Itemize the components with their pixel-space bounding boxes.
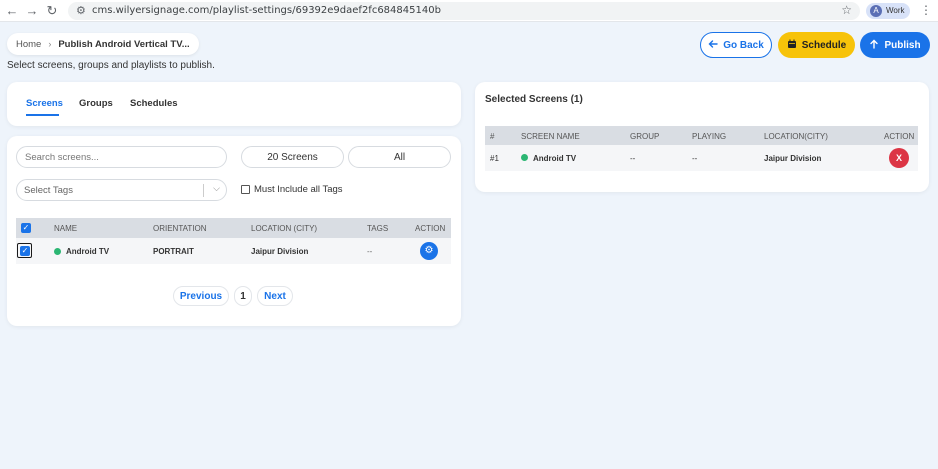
forward-arrow-icon[interactable]: → (24, 3, 40, 19)
select-all-checkbox[interactable]: ✓ (21, 223, 31, 233)
col-playing: PLAYING (692, 132, 727, 141)
back-arrow-icon[interactable]: ← (4, 3, 20, 19)
breadcrumb-home[interactable]: Home (16, 39, 41, 50)
selected-screens-card: Selected Screens (1) # SCREEN NAME GROUP… (475, 82, 929, 192)
row-checkbox[interactable]: ✓ (20, 246, 30, 256)
col-index: # (490, 132, 495, 141)
tab-groups[interactable]: Groups (79, 98, 113, 109)
browser-toolbar: ← → ↻ ⚙ cms.wilyersignage.com/playlist-s… (0, 0, 938, 22)
next-page-button[interactable]: Next (257, 286, 293, 306)
screen-count-pill: 20 Screens (241, 146, 344, 168)
must-include-checkbox[interactable] (241, 185, 250, 194)
screen-tags: -- (367, 247, 373, 256)
selected-location: Jaipur Division (764, 154, 822, 163)
screens-table-header: ✓ NAME ORIENTATION LOCATION (CITY) TAGS … (16, 218, 451, 238)
page-number-button[interactable]: 1 (234, 286, 252, 306)
selected-table-header: # SCREEN NAME GROUP PLAYING LOCATION(CIT… (485, 126, 918, 145)
search-input[interactable] (16, 146, 227, 168)
site-info-icon[interactable]: ⚙ (76, 4, 86, 17)
row-index: #1 (490, 154, 499, 163)
col-tags: TAGS (367, 224, 389, 233)
reload-icon[interactable]: ↻ (44, 3, 60, 19)
online-status-dot (521, 154, 528, 161)
arrow-left-icon (708, 39, 718, 52)
go-back-button[interactable]: Go Back (700, 32, 772, 58)
tags-select[interactable]: Select Tags ⌵ (16, 179, 227, 201)
chevron-down-icon[interactable]: ⌵ (213, 183, 220, 194)
col-action: ACTION (415, 224, 446, 233)
filter-all-dropdown[interactable]: All (348, 146, 451, 168)
kebab-menu-icon[interactable]: ⋮ (920, 3, 932, 17)
must-include-label: Must Include all Tags (254, 184, 343, 195)
table-row[interactable]: ✓ Android TV PORTRAIT Jaipur Division --… (16, 238, 451, 264)
publish-button[interactable]: Publish (860, 32, 930, 58)
breadcrumb: Home › Publish Android Vertical TV... (7, 33, 199, 55)
selected-playing: -- (692, 154, 698, 163)
publish-label: Publish (884, 39, 921, 51)
schedule-label: Schedule (801, 39, 847, 51)
screen-location: Jaipur Division (251, 247, 309, 256)
tab-screens[interactable]: Screens (26, 98, 63, 109)
col-location: LOCATION (CITY) (251, 224, 318, 233)
breadcrumb-current: Publish Android Vertical TV... (58, 38, 190, 50)
screen-name: Android TV (66, 247, 110, 256)
selected-screen-name: Android TV (533, 154, 577, 163)
selected-group: -- (630, 154, 636, 163)
profile-label: Work (886, 6, 905, 15)
go-back-label: Go Back (723, 39, 764, 51)
col-screen-name: SCREEN NAME (521, 132, 580, 141)
col-orientation: ORIENTATION (153, 224, 207, 233)
table-row: #1 Android TV -- -- Jaipur Division X (485, 145, 918, 171)
tags-select-placeholder: Select Tags (24, 185, 73, 196)
col-group: GROUP (630, 132, 660, 141)
col-name: NAME (54, 224, 78, 233)
tabs-card: Screens Groups Schedules (7, 82, 461, 126)
col-location-city: LOCATION(CITY) (764, 132, 828, 141)
must-include-all-tags[interactable]: Must Include all Tags (241, 184, 343, 195)
arrow-up-icon (869, 39, 879, 52)
avatar: A (870, 5, 882, 17)
calendar-icon (787, 39, 797, 52)
gear-icon[interactable]: ⚙ (420, 242, 438, 260)
online-status-dot (54, 248, 61, 255)
select-divider (203, 184, 204, 197)
screen-orientation: PORTRAIT (153, 247, 194, 256)
active-tab-indicator (26, 114, 59, 116)
selected-screens-title: Selected Screens (1) (485, 94, 583, 105)
tab-schedules[interactable]: Schedules (130, 98, 178, 109)
remove-screen-button[interactable]: X (889, 148, 909, 168)
chevron-right-icon: › (48, 39, 52, 49)
profile-chip[interactable]: A Work (866, 3, 910, 19)
bookmark-star-icon[interactable]: ☆ (841, 3, 852, 17)
col-action: ACTION (884, 132, 915, 141)
previous-page-button[interactable]: Previous (173, 286, 229, 306)
schedule-button[interactable]: Schedule (778, 32, 855, 58)
page-subtitle: Select screens, groups and playlists to … (7, 60, 215, 71)
address-bar[interactable]: ⚙ cms.wilyersignage.com/playlist-setting… (68, 2, 860, 20)
screens-card: 20 Screens All Select Tags ⌵ Must Includ… (7, 136, 461, 326)
url-text[interactable]: cms.wilyersignage.com/playlist-settings/… (92, 5, 441, 16)
